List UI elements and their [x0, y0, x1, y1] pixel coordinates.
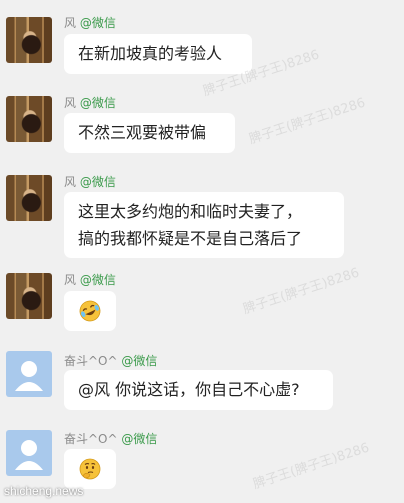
sender-source: @微信: [79, 273, 116, 287]
watermark-text: 脾子王(脾子王)8286: [251, 440, 372, 493]
watermark-text: 脾子王(脾子王)8286: [241, 265, 362, 318]
sender-source: @微信: [79, 16, 116, 30]
message-bubble[interactable]: [64, 291, 116, 331]
message-text-line: 这里太多约炮的和临时夫妻了，: [78, 202, 303, 221]
avatar-feng[interactable]: [6, 273, 52, 319]
avatar-feng[interactable]: [6, 175, 52, 221]
message-text: @风 你说这话，你自己不心虚?: [78, 380, 300, 399]
message-bubble[interactable]: 不然三观要被带偏: [64, 113, 235, 153]
message-bubble[interactable]: [64, 449, 116, 489]
sender-source: @微信: [121, 354, 158, 368]
avatar-feng[interactable]: [6, 96, 52, 142]
sender-line: 奋斗^O^ @微信: [64, 352, 157, 369]
sender-source: @微信: [121, 432, 158, 446]
sender-line: 奋斗^O^ @微信: [64, 430, 157, 447]
thinking-face-icon: [79, 458, 101, 480]
default-user-icon: [15, 440, 43, 470]
message-bubble[interactable]: @风 你说这话，你自己不心虚?: [64, 370, 333, 410]
watermark-text: 脾子王(脾子王)8286: [247, 95, 368, 148]
sender-name: 风: [64, 96, 77, 110]
message-text-line: 搞的我都怀疑是不是自己落后了: [78, 229, 303, 248]
sender-name: 风: [64, 273, 77, 287]
sender-line: 风 @微信: [64, 94, 116, 111]
sender-name: 奋斗^O^: [64, 354, 118, 368]
sender-line: 风 @微信: [64, 173, 116, 190]
tears-of-joy-icon: [79, 300, 101, 322]
avatar-default[interactable]: [6, 430, 52, 476]
sender-name: 风: [64, 175, 77, 189]
default-user-icon: [15, 361, 43, 391]
message-text: 在新加坡真的考验人: [78, 44, 223, 63]
message-bubble[interactable]: 在新加坡真的考验人: [64, 34, 252, 74]
avatar-feng[interactable]: [6, 17, 52, 63]
sender-name: 奋斗^O^: [64, 432, 118, 446]
avatar-default[interactable]: [6, 351, 52, 397]
sender-line: 风 @微信: [64, 14, 116, 31]
message-bubble[interactable]: 这里太多约炮的和临时夫妻了， 搞的我都怀疑是不是自己落后了: [64, 192, 344, 258]
sender-source: @微信: [79, 175, 116, 189]
sender-source: @微信: [79, 96, 116, 110]
message-text: 不然三观要被带偏: [78, 123, 207, 142]
sender-name: 风: [64, 16, 77, 30]
sender-line: 风 @微信: [64, 271, 116, 288]
site-watermark: shicheng.news: [4, 484, 84, 498]
